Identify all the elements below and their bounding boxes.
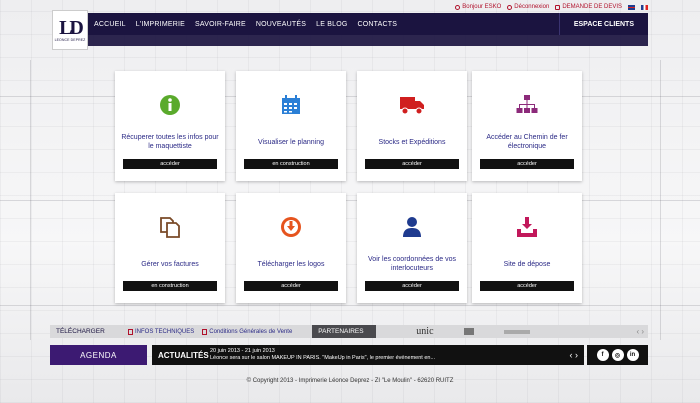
downloads-partners-bar: TÉLÉCHARGER INFOS TECHNIQUES Conditions … [50,325,648,338]
card-maquettiste-info: Récuperer toutes les infos pour le maque… [115,71,225,181]
partner-logo[interactable] [503,329,530,334]
instagram-icon[interactable]: ◎ [611,349,624,361]
news-label: ACTUALITÉS [158,350,209,360]
download-cgv-link[interactable]: Conditions Générales de Vente [202,328,293,335]
nav-item-imprimerie[interactable]: L'IMPRIMERIE [136,21,185,28]
linkedin-icon[interactable]: in [626,349,639,361]
nav-item-blog[interactable]: LE BLOG [316,21,347,28]
nav-item-contacts[interactable]: CONTACTS [358,21,398,28]
nav-underbar [88,35,648,46]
agenda-button[interactable]: AGENDA [50,345,147,365]
news-text: Léonce sera sur le salon MAKEUP IN PARIS… [210,355,436,361]
inbox-download-icon [516,215,538,239]
logout-text: Déconnexion [514,4,550,10]
card-site-depose: Site de dépose accéder [472,193,582,303]
partners-logos: unic [376,326,636,337]
documents-icon [159,215,181,239]
greeting-text: Bonjour ESKO [462,4,502,10]
nav-item-savoir-faire[interactable]: SAVOIR-FAIRE [195,21,246,28]
card-title: Visualiser le planning [257,138,325,146]
power-icon [507,4,513,10]
main-navigation: ACCUEIL L'IMPRIMERIE SAVOIR-FAIRE NOUVEA… [88,13,648,35]
card-access-button[interactable]: accéder [123,159,217,169]
card-access-button[interactable]: accéder [480,281,574,291]
download-link-text: INFOS TECHNIQUES [135,328,195,335]
card-planning: Visualiser le planning en construction [236,71,346,181]
news-ticker: ACTUALITÉS 20 juin 2013 - 21 juin 2013 L… [152,345,584,365]
partners-label: PARTENAIRES [312,325,377,338]
card-title: Stocks et Expéditions [378,138,446,146]
card-access-button[interactable]: accéder [365,281,459,291]
card-title: Voir les coordonnées de vos interlocuteu… [368,256,456,272]
news-date: 20 juin 2013 - 21 juin 2013 [210,348,275,354]
partners-carousel-arrows[interactable]: ‹ › [636,327,648,336]
info-icon [159,93,181,117]
card-logos: Télécharger les logos accéder [236,193,346,303]
blueprint-background [0,0,700,403]
card-access-button[interactable]: en construction [244,159,338,169]
user-icon [455,4,461,10]
document-icon [555,4,561,10]
logo-letters: LD [59,17,84,39]
news-arrows[interactable]: ‹ › [564,350,585,360]
card-title: Accéder au Chemin de fer électronique [486,134,568,150]
card-factures: Gérer vos factures en construction [115,193,225,303]
download-link-text: Conditions Générales de Vente [209,328,293,335]
card-interlocuteurs: Voir les coordonnées de vos interlocuteu… [357,193,467,303]
quote-text: DEMANDE DE DEVIS [562,4,622,10]
card-title: Site de dépose [503,260,551,268]
greeting-link[interactable]: Bonjour ESKO [455,4,501,10]
logo-subtitle: LEONCE DEPREZ [54,38,86,42]
en-flag-icon[interactable] [628,4,635,10]
card-title: Récuperer toutes les infos pour le maque… [121,134,219,150]
download-tech-info-link[interactable]: INFOS TECHNIQUES [128,328,195,335]
pdf-icon [202,328,208,335]
partner-logo[interactable] [463,328,474,335]
calendar-icon [280,93,302,117]
card-access-button[interactable]: accéder [365,159,459,169]
top-utility-bar: Bonjour ESKO Déconnexion DEMANDE DE DEVI… [455,2,648,12]
client-area-button[interactable]: ESPACE CLIENTS [558,13,648,35]
downloads-label: TÉLÉCHARGER [56,328,105,335]
logout-link[interactable]: Déconnexion [507,4,549,10]
card-stocks: Stocks et Expéditions accéder [357,71,467,181]
user-icon [401,215,423,239]
download-circle-icon [280,215,302,239]
card-title: Télécharger les logos [257,260,325,268]
card-access-button[interactable]: en construction [123,281,217,291]
company-logo[interactable]: LD LEONCE DEPREZ [52,10,88,50]
facebook-icon[interactable]: f [596,349,609,361]
card-chemin-de-fer: Accéder au Chemin de fer électronique ac… [472,71,582,181]
nav-item-nouveautes[interactable]: NOUVEAUTÉS [256,21,306,28]
partner-logo-unic[interactable]: unic [416,326,433,337]
card-title: Gérer vos factures [141,260,199,268]
quote-request-link[interactable]: DEMANDE DE DEVIS [555,4,622,10]
nav-item-accueil[interactable]: ACCUEIL [94,21,126,28]
pdf-icon [128,328,133,335]
card-access-button[interactable]: accéder [244,281,338,291]
sitemap-icon [516,93,538,117]
card-access-button[interactable]: accéder [480,159,574,169]
news-item[interactable]: 20 juin 2013 - 21 juin 2013 Léonce sera … [210,348,564,362]
truck-icon [399,93,425,117]
fr-flag-icon[interactable] [641,4,648,10]
footer-copyright: © Copyright 2013 - Imprimerie Léonce Dep… [246,378,454,384]
social-links: f ◎ in [587,345,648,365]
